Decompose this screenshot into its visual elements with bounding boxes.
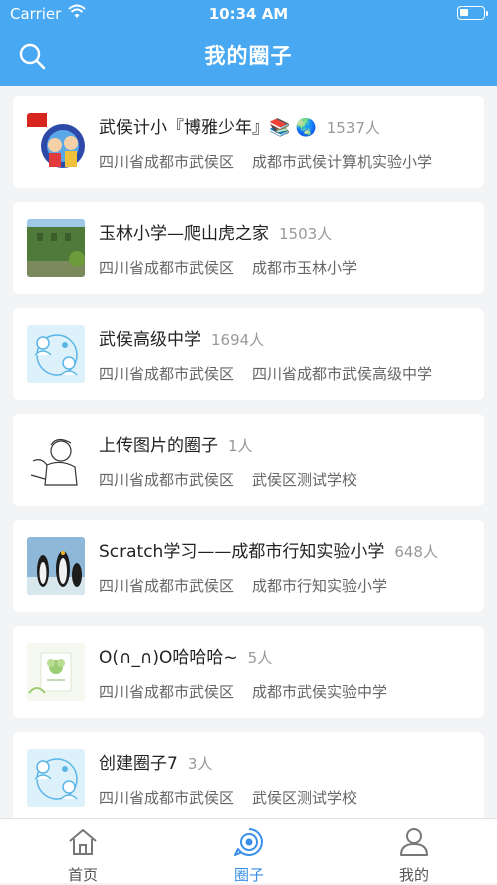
tab-circles[interactable]: 圈子 [166, 819, 332, 884]
circle-location: 四川省成都市武侯区 成都市玉林小学 [99, 259, 358, 277]
circle-card[interactable]: O(∩_∩)O哈哈哈~ 5人 四川省成都市武侯区 成都市武侯实验中学 [13, 626, 484, 718]
circle-card[interactable]: 武侯计小『博雅少年』📚 🌏 1537人 四川省成都市武侯区 成都市武侯计算机实验小学 [13, 96, 484, 188]
member-count: 1503人 [279, 225, 333, 243]
circle-thumbnail [27, 537, 85, 595]
member-count: 3人 [187, 755, 213, 773]
circle-location: 四川省成都市武侯区 武侯区测试学校 [99, 471, 358, 489]
clock: 10:34 AM [208, 5, 289, 23]
member-count: 5人 [247, 649, 273, 667]
navigation-header: Carrier 10:34 AM 我的圈子 [0, 0, 497, 86]
circle-name: 武侯计小『博雅少年』📚 🌏 1537人 [99, 118, 380, 138]
circle-thumbnail [27, 431, 85, 489]
home-icon [69, 829, 97, 855]
circle-thumbnail [27, 749, 85, 807]
circle-thumbnail [27, 325, 85, 383]
circle-name: 上传图片的圈子 1人 [99, 436, 253, 456]
circle-list[interactable]: 武侯计小『博雅少年』📚 🌏 1537人 四川省成都市武侯区 成都市武侯计算机实验小学… [0, 86, 497, 818]
school-name: 四川省成都市武侯高级中学 [252, 365, 433, 383]
circle-thumbnail [27, 113, 85, 171]
status-bar: Carrier 10:34 AM [0, 0, 497, 28]
school-name: 成都市武侯计算机实验小学 [252, 153, 433, 171]
circle-card[interactable]: 创建圈子7 3人 四川省成都市武侯区 武侯区测试学校 [13, 732, 484, 818]
school-name: 武侯区测试学校 [252, 471, 358, 489]
tab-label: 首页 [67, 866, 98, 884]
circle-location: 四川省成都市武侯区 成都市武侯计算机实验小学 [99, 153, 433, 171]
circle-name: Scratch学习——成都市行知实验小学 648人 [99, 542, 438, 562]
tab-label: 圈子 [233, 866, 264, 884]
tab-home[interactable]: 首页 [0, 819, 166, 884]
school-name: 成都市行知实验小学 [252, 577, 388, 595]
circle-location: 四川省成都市武侯区 成都市武侯实验中学 [99, 683, 388, 701]
school-name: 成都市玉林小学 [252, 259, 358, 277]
circle-card[interactable]: 玉林小学—爬山虎之家 1503人 四川省成都市武侯区 成都市玉林小学 [13, 202, 484, 294]
circle-name: 武侯高级中学 1694人 [99, 330, 265, 350]
tab-mine[interactable]: 我的 [331, 819, 497, 884]
circle-card[interactable]: 武侯高级中学 1694人 四川省成都市武侯区 四川省成都市武侯高级中学 [13, 308, 484, 400]
person-icon [400, 828, 428, 856]
battery-icon [457, 6, 488, 20]
circle-location: 四川省成都市武侯区 武侯区测试学校 [99, 789, 358, 807]
circle-name: O(∩_∩)O哈哈哈~ 5人 [99, 648, 273, 668]
circle-thumbnail [27, 219, 85, 277]
member-count: 1人 [228, 437, 253, 455]
bottom-tab-bar: 首页 圈子 我的 [0, 818, 497, 884]
circle-name: 玉林小学—爬山虎之家 1503人 [99, 224, 333, 244]
member-count: 1694人 [211, 331, 265, 349]
school-name: 成都市武侯实验中学 [252, 683, 388, 701]
circle-name: 创建圈子7 3人 [99, 754, 213, 774]
circle-thumbnail [27, 643, 85, 701]
circle-card[interactable]: 上传图片的圈子 1人 四川省成都市武侯区 武侯区测试学校 [13, 414, 484, 506]
member-count: 1537人 [326, 119, 380, 137]
circle-target-icon [234, 828, 263, 856]
school-name: 武侯区测试学校 [252, 789, 358, 807]
tab-label: 我的 [398, 866, 429, 884]
circle-location: 四川省成都市武侯区 成都市行知实验小学 [99, 577, 388, 595]
circle-card[interactable]: Scratch学习——成都市行知实验小学 648人 四川省成都市武侯区 成都市行知实… [13, 520, 484, 612]
circle-location: 四川省成都市武侯区 四川省成都市武侯高级中学 [99, 365, 433, 383]
page-title: 我的圈子 [204, 44, 293, 68]
member-count: 648人 [394, 543, 438, 561]
